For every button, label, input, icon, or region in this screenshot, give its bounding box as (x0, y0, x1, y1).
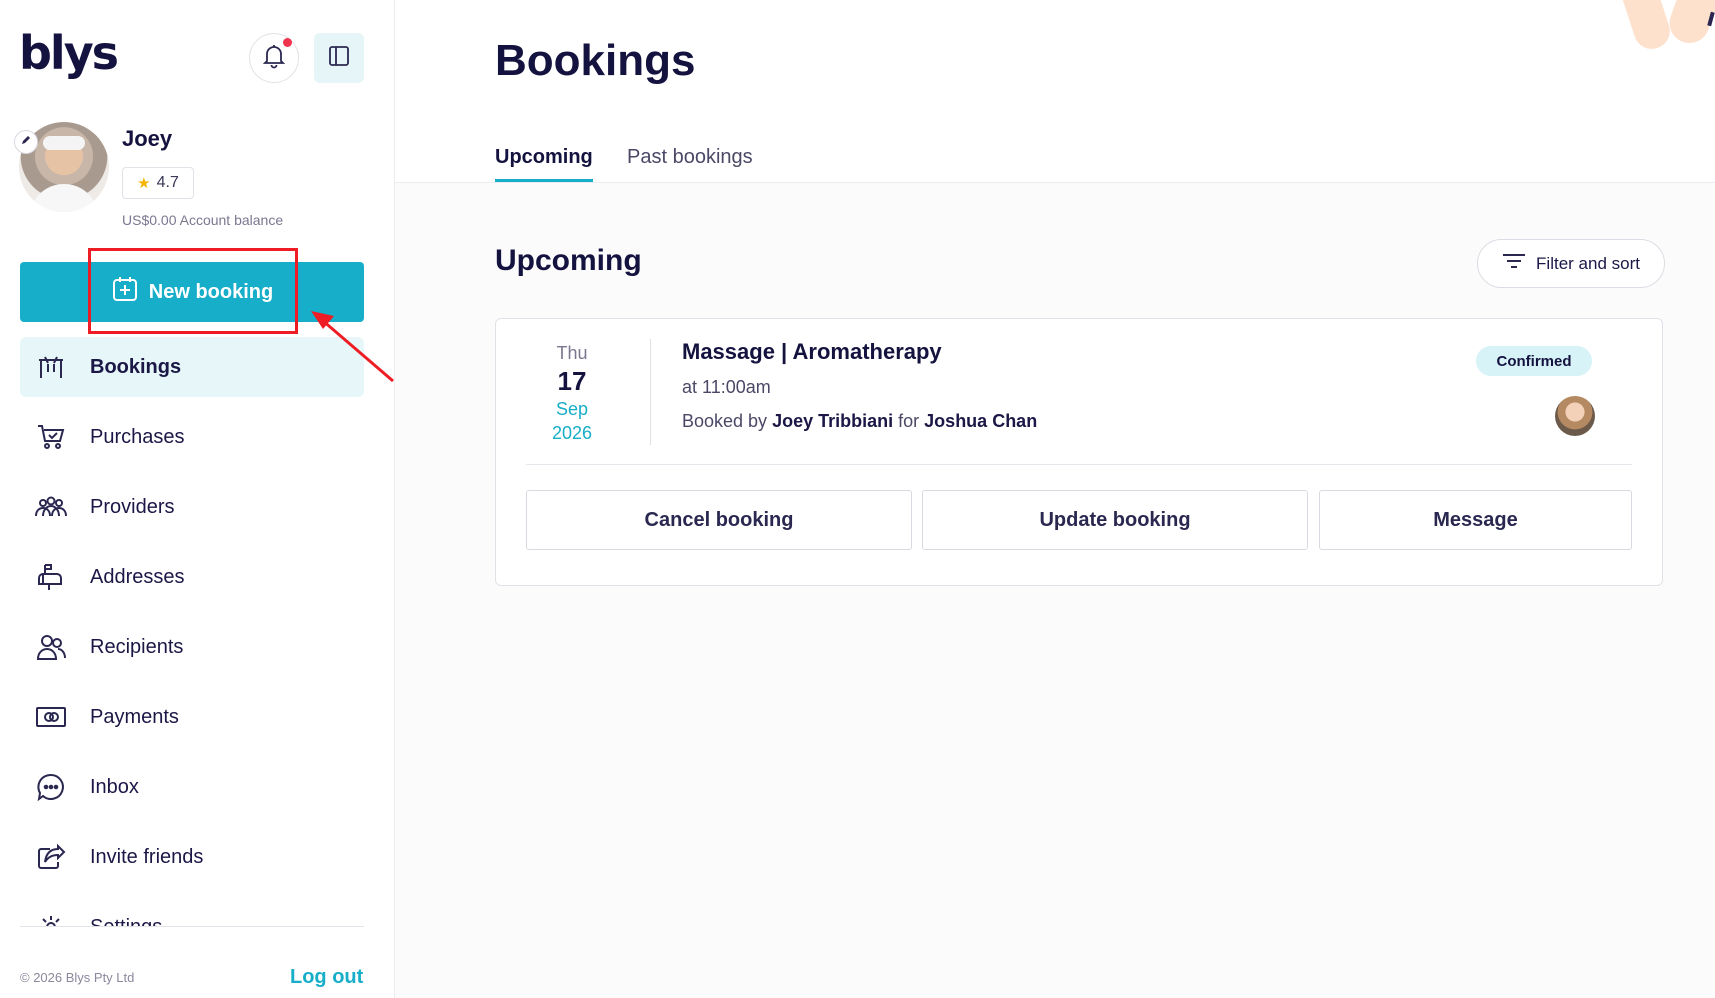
tab-past-bookings[interactable]: Past bookings (627, 146, 753, 179)
banknote-icon (34, 700, 68, 734)
booked-by-name: Joey Tribbiani (772, 411, 894, 431)
booking-card[interactable]: Thu 17 Sep 2026 Massage | Aromatherapy a… (495, 318, 1663, 586)
message-button[interactable]: Message (1319, 490, 1632, 550)
main-content: Bookings Upcoming Past bookings Upcoming… (395, 0, 1715, 998)
sidebar: blys Joey ★ 4.7 US$0.00 Account balance … (0, 0, 395, 998)
decorative-leaf (1615, 0, 1675, 54)
page-header: Bookings Upcoming Past bookings (395, 0, 1715, 183)
cart-icon (34, 420, 68, 454)
page-title: Bookings (495, 36, 696, 85)
date-year: 2026 (551, 423, 593, 443)
logout-link[interactable]: Log out (290, 966, 363, 989)
sidebar-item-label: Addresses (90, 565, 185, 588)
sidebar-item-label: Recipients (90, 635, 184, 658)
share-icon (34, 840, 68, 874)
copyright: © 2026 Blys Pty Ltd (20, 970, 135, 985)
blys-logo[interactable]: blys (19, 26, 119, 80)
sidebar-item-invite-friends[interactable]: Invite friends (20, 827, 364, 887)
account-balance: US$0.00 Account balance (122, 212, 284, 228)
sidebar-item-label: Purchases (90, 425, 185, 448)
star-icon: ★ (137, 175, 151, 192)
sidebar-item-bookings[interactable]: Bookings (20, 337, 364, 397)
booking-date: Thu 17 Sep 2026 (496, 341, 648, 445)
sidebar-item-label: Invite friends (90, 845, 204, 868)
calendar-plus-icon (111, 275, 139, 309)
booked-by-prefix: Booked by (682, 411, 768, 431)
card-divider (526, 464, 1632, 465)
sidebar-item-addresses[interactable]: Addresses (20, 547, 364, 607)
avatar-robe (29, 184, 99, 212)
mailbox-icon (34, 560, 68, 594)
sidebar-item-label: Bookings (90, 355, 182, 378)
group-icon (34, 490, 68, 524)
filter-label: Filter and sort (1536, 253, 1640, 273)
booking-time: at 11:00am (682, 377, 771, 397)
toggle-sidebar-button[interactable] (314, 33, 364, 83)
date-month: Sep (555, 399, 589, 419)
tab-upcoming[interactable]: Upcoming (495, 146, 593, 182)
notifications-button[interactable] (249, 33, 299, 83)
booked-by-line: Booked by Joey Tribbiani for Joshua Chan (682, 411, 1037, 432)
sidebar-item-label: Providers (90, 495, 175, 518)
sidebar-divider (20, 926, 364, 927)
calendar-table-icon (34, 350, 68, 384)
user-rating-badge: ★ 4.7 (122, 167, 194, 199)
section-title: Upcoming (495, 244, 642, 277)
sidebar-nav: Bookings Purchases Providers Addresses R… (20, 337, 364, 927)
sidebar-item-payments[interactable]: Payments (20, 687, 364, 747)
provider-avatar[interactable] (1555, 396, 1595, 436)
sidebar-item-label: Inbox (90, 775, 139, 798)
users-icon (34, 630, 68, 664)
chat-icon (34, 770, 68, 804)
sidebar-item-recipients[interactable]: Recipients (20, 617, 364, 677)
date-day: 17 (557, 366, 587, 396)
for-word: for (898, 411, 920, 431)
settings-icon (34, 910, 68, 927)
pencil-icon (20, 133, 32, 151)
status-badge: Confirmed (1476, 346, 1592, 376)
edit-avatar-button[interactable] (14, 130, 38, 154)
user-name: Joey (122, 126, 173, 151)
service-title[interactable]: Massage | Aromatherapy (682, 339, 942, 365)
new-booking-label: New booking (148, 280, 274, 303)
recipient-name: Joshua Chan (924, 411, 1038, 431)
filter-and-sort-button[interactable]: Filter and sort (1477, 239, 1665, 288)
sidebar-item-settings[interactable]: Settings (20, 897, 364, 927)
nav-scroll-area: Bookings Purchases Providers Addresses R… (0, 337, 395, 927)
new-booking-button[interactable]: New booking (20, 262, 364, 322)
date-separator (650, 339, 651, 445)
rating-value: 4.7 (156, 174, 179, 191)
notification-dot (283, 38, 292, 47)
update-booking-button[interactable]: Update booking (922, 490, 1308, 550)
cancel-booking-button[interactable]: Cancel booking (526, 490, 912, 550)
date-weekday: Thu (556, 343, 588, 363)
bell-icon (262, 43, 286, 74)
avatar-headband (43, 136, 85, 150)
filter-icon (1502, 252, 1526, 275)
sidebar-item-purchases[interactable]: Purchases (20, 407, 364, 467)
sidebar-item-providers[interactable]: Providers (20, 477, 364, 537)
sidebar-item-label: Payments (90, 705, 179, 728)
sidebar-panel-icon (328, 45, 350, 72)
sidebar-item-inbox[interactable]: Inbox (20, 757, 364, 817)
